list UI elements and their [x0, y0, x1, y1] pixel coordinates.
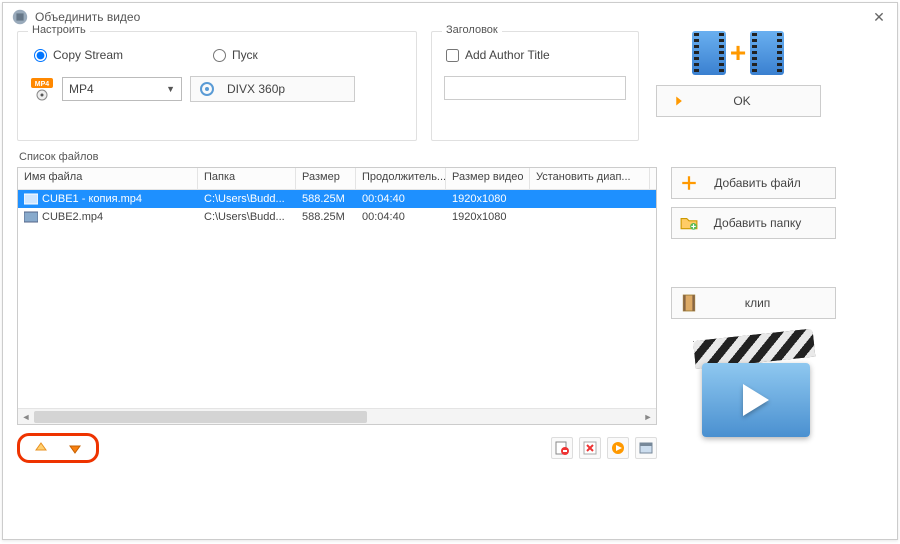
- scroll-right-arrow[interactable]: ►: [640, 409, 656, 425]
- header-panel: Заголовок Add Author Title: [431, 31, 639, 141]
- table-row[interactable]: CUBE2.mp4C:\Users\Budd...588.25M00:04:40…: [18, 208, 656, 226]
- remove-selected-button[interactable]: [551, 437, 573, 459]
- author-title-checkbox-input[interactable]: [446, 49, 459, 62]
- header-panel-title: Заголовок: [442, 24, 502, 36]
- filelist-label: Список файлов: [19, 151, 883, 163]
- table-row[interactable]: CUBE1 - копия.mp4C:\Users\Budd...588.25M…: [18, 190, 656, 208]
- settings-panel-title: Настроить: [28, 24, 90, 36]
- add-author-title-checkbox[interactable]: Add Author Title: [446, 48, 626, 62]
- author-title-label: Add Author Title: [465, 48, 550, 62]
- app-icon: [11, 8, 29, 26]
- format-value: MP4: [69, 82, 94, 96]
- move-buttons-highlight: [17, 433, 99, 463]
- side-buttons: Добавить файл Добавить папку клип: [671, 167, 841, 463]
- col-vidsize[interactable]: Размер видео: [446, 168, 530, 189]
- start-label: Пуск: [232, 48, 258, 62]
- add-folder-button[interactable]: Добавить папку: [671, 207, 836, 239]
- settings-panel: Настроить Copy Stream Пуск MP4: [17, 31, 417, 141]
- add-file-button[interactable]: Добавить файл: [671, 167, 836, 199]
- start-radio[interactable]: Пуск: [213, 48, 258, 62]
- profile-button[interactable]: DIVX 360p: [190, 76, 355, 102]
- copy-stream-radio-input[interactable]: [34, 49, 47, 62]
- col-filename[interactable]: Имя файла: [18, 168, 198, 189]
- close-button[interactable]: ✕: [869, 7, 889, 27]
- clear-list-button[interactable]: [579, 437, 601, 459]
- profile-label: DIVX 360p: [227, 82, 285, 96]
- merge-video-window: Объединить видео ✕ Настроить Copy Stream…: [2, 2, 898, 540]
- col-range[interactable]: Установить диап...: [530, 168, 650, 189]
- table-header: Имя файла Папка Размер Продолжитель... Р…: [18, 168, 656, 190]
- col-size[interactable]: Размер: [296, 168, 356, 189]
- add-folder-label: Добавить папку: [688, 216, 827, 230]
- svg-text:MP4: MP4: [35, 81, 50, 88]
- move-down-button[interactable]: [64, 437, 86, 459]
- mp4-format-icon: MP4: [30, 77, 54, 101]
- col-duration[interactable]: Продолжитель...: [356, 168, 446, 189]
- ok-button-label: OK: [673, 94, 812, 108]
- preview-button[interactable]: [607, 437, 629, 459]
- right-top-area: + OK: [653, 31, 823, 141]
- copy-stream-radio[interactable]: Copy Stream: [34, 48, 123, 62]
- col-folder[interactable]: Папка: [198, 168, 296, 189]
- gear-icon: [199, 81, 215, 97]
- title-input[interactable]: [444, 76, 626, 100]
- chevron-down-icon: ▼: [166, 84, 175, 94]
- start-radio-input[interactable]: [213, 49, 226, 62]
- format-dropdown[interactable]: MP4 ▼: [62, 77, 182, 101]
- window-title: Объединить видео: [35, 10, 869, 24]
- add-file-label: Добавить файл: [688, 176, 827, 190]
- copy-stream-label: Copy Stream: [53, 48, 123, 62]
- scroll-left-arrow[interactable]: ◄: [18, 409, 34, 425]
- file-table[interactable]: Имя файла Папка Размер Продолжитель... Р…: [17, 167, 657, 425]
- clip-button[interactable]: клип: [671, 287, 836, 319]
- horizontal-scrollbar[interactable]: ◄ ►: [18, 408, 656, 424]
- movie-preview-icon: [696, 341, 816, 441]
- merge-logo-icon: +: [692, 29, 784, 77]
- ok-button[interactable]: OK: [656, 85, 821, 117]
- scroll-thumb[interactable]: [34, 411, 367, 423]
- clip-label: клип: [688, 296, 827, 310]
- move-up-button[interactable]: [30, 437, 52, 459]
- properties-button[interactable]: [635, 437, 657, 459]
